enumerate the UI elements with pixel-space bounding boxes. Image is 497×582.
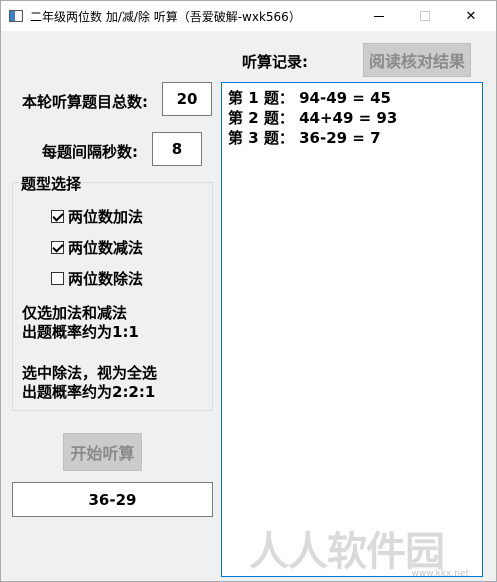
- records-title: 听算记录:: [242, 53, 308, 71]
- interval-seconds-label: 每题间隔秒数:: [42, 143, 138, 161]
- maximize-icon: [420, 11, 430, 21]
- checkbox-label-division: 两位数除法: [68, 270, 144, 288]
- close-icon: ✕: [465, 8, 477, 24]
- record-line: 第 1 题： 94-49 = 45: [228, 89, 391, 107]
- note-line: 出题概率约为2:2:1: [22, 383, 156, 401]
- checkbox-box-division[interactable]: [51, 272, 64, 285]
- note-line: 出题概率约为1:1: [22, 323, 139, 341]
- checkbox-label-addition: 两位数加法: [68, 208, 144, 226]
- interval-seconds-input[interactable]: 8: [152, 132, 202, 166]
- probability-note-division: 选中除法，视为全选 出题概率约为2:2:1: [22, 364, 157, 402]
- minimize-button[interactable]: [356, 1, 402, 31]
- checkbox-subtraction[interactable]: 两位数减法: [51, 237, 143, 258]
- window-title: 二年级两位数 加/减/除 听算（吾爱破解-wxk566）: [30, 10, 301, 24]
- checkbox-box-subtraction[interactable]: [51, 241, 64, 254]
- app-icon: [9, 10, 23, 22]
- total-questions-label: 本轮听算题目总数:: [22, 93, 148, 111]
- minimize-icon: [374, 15, 384, 17]
- checkbox-addition[interactable]: 两位数加法: [51, 206, 143, 227]
- app-window: 二年级两位数 加/减/除 听算（吾爱破解-wxk566） ✕ 本轮听算题目总数:…: [0, 0, 497, 582]
- checkbox-division[interactable]: 两位数除法: [51, 268, 143, 289]
- record-line: 第 2 题： 44+49 = 93: [228, 109, 398, 127]
- check-results-button[interactable]: 阅读核对结果: [363, 43, 471, 77]
- checkbox-box-addition[interactable]: [51, 210, 64, 223]
- record-line: 第 3 题： 36-29 = 7: [228, 129, 381, 147]
- maximize-button[interactable]: [402, 1, 448, 31]
- records-textarea[interactable]: 第 1 题： 94-49 = 45 第 2 题： 44+49 = 93 第 3 …: [221, 82, 483, 577]
- probability-note-add-sub: 仅选加法和减法 出题概率约为1:1: [22, 304, 139, 342]
- start-dictation-button[interactable]: 开始听算: [63, 433, 142, 471]
- title-bar: 二年级两位数 加/减/除 听算（吾爱破解-wxk566） ✕: [1, 1, 496, 31]
- total-questions-input[interactable]: 20: [162, 82, 212, 116]
- current-question-display: 36-29: [12, 482, 213, 517]
- note-line: 选中除法，视为全选: [22, 364, 158, 382]
- close-button[interactable]: ✕: [448, 1, 494, 31]
- question-type-title: 题型选择: [19, 173, 84, 194]
- checkbox-label-subtraction: 两位数减法: [68, 239, 144, 257]
- note-line: 仅选加法和减法: [22, 304, 128, 322]
